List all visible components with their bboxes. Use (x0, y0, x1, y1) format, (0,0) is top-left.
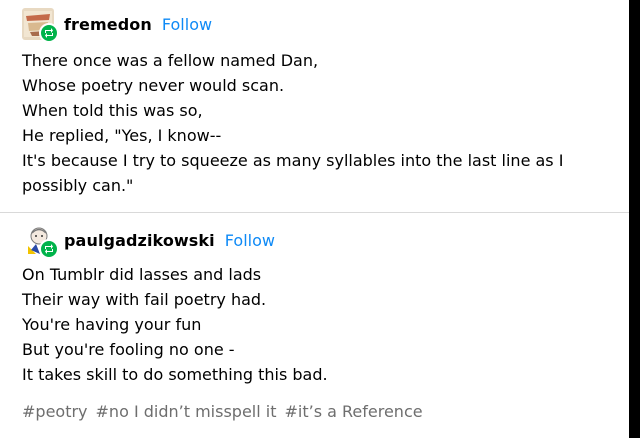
post-body: There once was a fellow named Dan, Whose… (22, 48, 622, 198)
poem-line: He replied, "Yes, I know-- (22, 126, 222, 145)
poem-line: When told this was so, (22, 101, 203, 120)
poem-line: Their way with fail poetry had. (22, 290, 267, 309)
post-header: fremedon Follow (22, 8, 212, 43)
reblog-icon (39, 239, 59, 259)
poem-line: It takes skill to do something this bad. (22, 365, 328, 384)
follow-button[interactable]: Follow (162, 15, 212, 34)
tag-link[interactable]: #it’s a Reference (284, 402, 422, 421)
post-header: paulgadzikowski Follow (22, 224, 275, 259)
username[interactable]: paulgadzikowski (64, 231, 215, 250)
poem-line: You're having your fun (22, 315, 202, 334)
avatar-container[interactable] (22, 8, 59, 43)
tag-link[interactable]: #no I didn’t misspell it (96, 402, 277, 421)
poem-line: It's because I try to squeeze as many sy… (22, 151, 569, 195)
reblog-icon (39, 23, 59, 43)
tag-list: #peotry #no I didn’t misspell it #it’s a… (22, 402, 423, 421)
poem-line: Whose poetry never would scan. (22, 76, 285, 95)
username[interactable]: fremedon (64, 15, 152, 34)
poem-line: On Tumblr did lasses and lads (22, 265, 262, 284)
follow-button[interactable]: Follow (225, 231, 275, 250)
post-body: On Tumblr did lasses and lads Their way … (22, 262, 622, 387)
tag-link[interactable]: #peotry (22, 402, 88, 421)
window-edge (629, 0, 640, 438)
avatar-container[interactable] (22, 224, 59, 259)
post-fremedon: fremedon Follow There once was a fellow … (0, 0, 629, 212)
poem-line: There once was a fellow named Dan, (22, 51, 319, 70)
poem-line: But you're fooling no one - (22, 340, 235, 359)
